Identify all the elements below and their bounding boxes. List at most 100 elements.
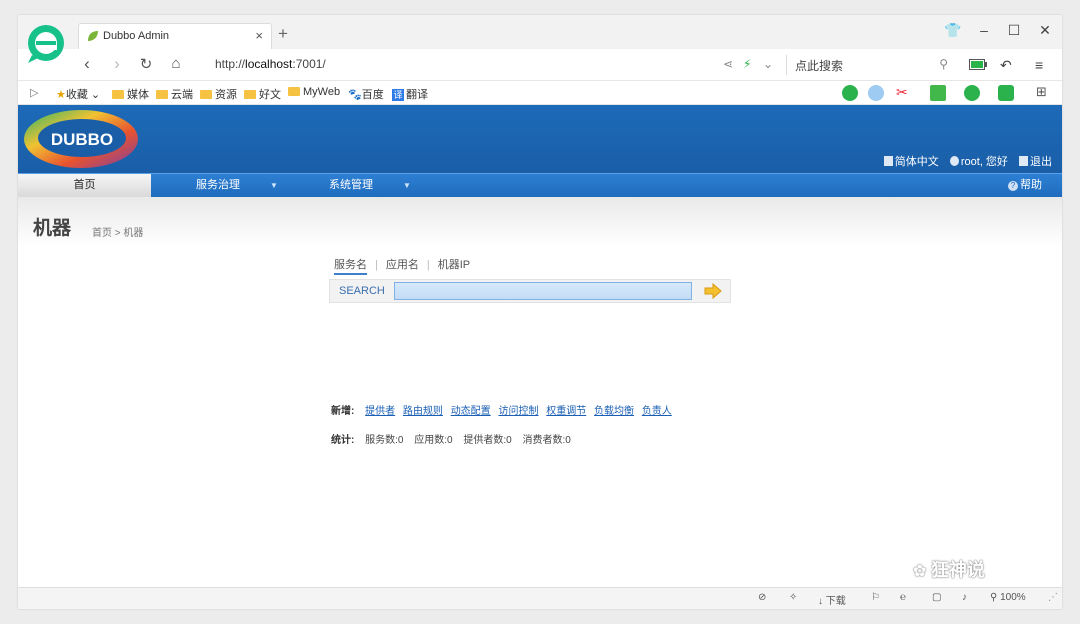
flag-icon[interactable]: ⚐ [871,592,880,603]
bookmarks-bar: ▷ ★收藏 ⌄ 媒体 云端 资源 好文 MyWeb 🐾百度 译翻译 ✂ ⊞ [18,81,1062,105]
search-icon[interactable]: ⚲ [939,57,948,71]
document-icon [883,156,893,166]
volume-icon[interactable]: ♪ [962,592,967,603]
language-link[interactable]: 简体中文 [883,156,939,168]
bookmark-favorites[interactable]: ★收藏 ⌄ [56,86,100,102]
back-icon[interactable]: ‹ [76,54,98,74]
chevron-down-icon[interactable]: ⌄ [763,57,773,71]
link-provider[interactable]: 提供者 [365,406,395,417]
stat-providers: 提供者数:0 [463,435,512,446]
bookmark-resources[interactable]: 资源 [200,86,237,102]
ext-scissors-icon[interactable]: ✂ [896,84,912,100]
create-label: 新增: [331,406,355,417]
nav-service-governance[interactable]: 服务治理 ▼ [196,174,278,197]
folder-icon [244,90,256,99]
breadcrumb[interactable]: 首页 > 机器 [92,224,143,239]
page-title: 机器 [33,218,72,239]
undo-icon[interactable]: ↶ [1000,57,1012,74]
watermark: ✿ 狂神说 [913,560,985,580]
user-greeting: root, 您好 [949,156,1008,168]
nav-home[interactable]: 首页 [18,174,151,197]
folder-icon [112,90,124,99]
stat-apps: 应用数:0 [414,435,453,446]
main-nav: 首页 服务治理 ▼ 系统管理 ▼ ? 帮助 [18,173,1062,197]
stats-label: 统计: [331,435,355,446]
stat-services: 服务数:0 [365,435,404,446]
bookmark-myweb[interactable]: MyWeb [288,86,340,98]
speed-icon[interactable]: ⊘ [758,592,766,603]
tab-service-name[interactable]: 服务名 [334,259,367,275]
caret-down-icon: ▼ [270,181,278,190]
resize-grip-icon[interactable]: ⋰ [1048,592,1058,603]
link-load-balance[interactable]: 负载均衡 [594,406,634,417]
bookmark-translate[interactable]: 译翻译 [392,86,428,102]
pin-icon[interactable]: ✧ [789,592,797,603]
star-icon: ★ [56,89,66,101]
nav-help[interactable]: ? 帮助 [1008,174,1042,197]
baidu-icon: 🐾 [348,89,362,101]
ie-icon[interactable]: ℮ [900,592,906,603]
wechat-icon: ✿ [913,563,931,580]
battery-icon[interactable] [969,59,987,70]
home-icon[interactable]: ⌂ [165,55,187,72]
ext-app-icon[interactable] [930,85,946,101]
logout-link[interactable]: 退出 [1019,156,1052,168]
ext-game-icon[interactable] [998,85,1014,101]
logout-icon [1019,156,1028,166]
close-window-button[interactable]: ✕ [1035,22,1055,39]
bookmark-baidu[interactable]: 🐾百度 [348,86,384,102]
search-type-tabs: 服务名 | 应用名 | 机器IP [334,256,470,275]
bookmark-articles[interactable]: 好文 [244,86,281,102]
minimize-button[interactable]: – [974,22,994,38]
folder-icon [156,90,168,99]
link-weight-adjust[interactable]: 权重调节 [546,406,586,417]
search-input[interactable] [394,282,692,300]
create-links: 新增: 提供者 路由规则 动态配置 访问控制 权重调节 负载均衡 负责人 [331,402,677,417]
download-button[interactable]: ↓ 下载 [818,592,846,607]
nav-system-management[interactable]: 系统管理 ▼ [329,174,411,197]
maximize-button[interactable]: ☐ [1004,22,1024,39]
dubbo-logo: DUBBO [24,110,138,168]
browser-logo-icon [28,25,64,63]
link-route-rule[interactable]: 路由规则 [403,406,443,417]
bookmark-cloud[interactable]: 云端 [156,86,193,102]
menu-icon[interactable]: ≡ [1035,57,1043,73]
search-engine-box[interactable]: 点此搜索 ⚲ [786,55,954,75]
reload-icon[interactable]: ↻ [135,55,157,73]
zoom-control[interactable]: ⚲ 100% [990,592,1026,603]
ext-blue-minus-icon[interactable] [868,85,884,101]
shirt-skin-icon[interactable]: 👕 [943,22,963,39]
tab-app-name[interactable]: 应用名 [386,259,419,271]
tab-dubbo-admin[interactable]: Dubbo Admin × [78,23,272,49]
title-bar: 机器 首页 > 机器 [18,197,1062,247]
sidebar-toggle-icon[interactable]: ▷ [30,86,38,99]
link-access-control[interactable]: 访问控制 [498,406,538,417]
lightning-icon[interactable]: ⚡ [743,57,751,71]
user-icon [949,156,959,166]
bookmark-media[interactable]: 媒体 [112,86,149,102]
close-tab-icon[interactable]: × [255,28,263,43]
tab-strip: Dubbo Admin × + 👕 – ☐ ✕ [18,15,1062,49]
status-bar: ⊘ ✧ ↓ 下载 ⚐ ℮ ▢ ♪ ⚲ 100% ⋰ [18,587,1062,609]
link-dynamic-config[interactable]: 动态配置 [451,406,491,417]
link-owner[interactable]: 负责人 [642,406,672,417]
download-icon: ↓ [818,596,826,607]
zoom-icon: ⚲ [990,592,1001,603]
user-links: 简体中文 root, 您好 退出 [876,153,1052,169]
grid-icon[interactable]: ⊞ [1036,84,1047,100]
new-tab-button[interactable]: + [278,24,288,44]
window-icon[interactable]: ▢ [932,592,941,603]
forward-icon[interactable]: › [106,54,128,74]
address-bar: ‹ › ↻ ⌂ http://localhost:7001/ ⋖ ⚡ ⌄ 点此搜… [18,49,1062,81]
url-field[interactable]: http://localhost:7001/ [215,57,326,71]
help-icon: ? [1008,181,1018,191]
tab-machine-ip[interactable]: 机器IP [438,259,470,271]
stats-row: 统计: 服务数:0 应用数:0 提供者数:0 消费者数:0 [331,431,579,446]
search-arrow-button[interactable] [702,282,724,300]
translate-icon: 译 [392,89,404,101]
ext-shield-icon[interactable] [964,85,980,101]
share-icon[interactable]: ⋖ [723,57,733,71]
folder-icon [200,90,212,99]
ext-green-circle-icon[interactable] [842,85,858,101]
dubbo-admin-page: DUBBO 简体中文 root, 您好 退出 首页 服务治理 ▼ 系统管理 ▼ ? 帮… [18,105,1062,587]
